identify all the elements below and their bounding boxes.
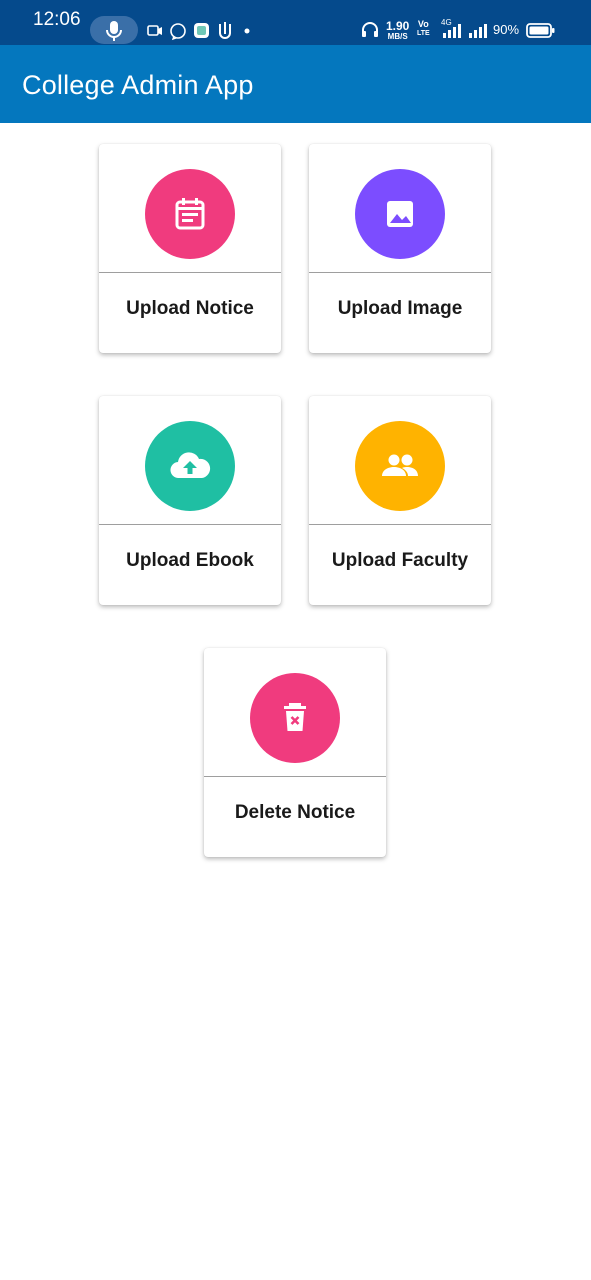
cloud-upload-icon xyxy=(170,452,211,479)
upload-faculty-label: Upload Faculty xyxy=(331,550,469,571)
card-divider xyxy=(204,776,386,777)
calendar-icon xyxy=(175,198,205,230)
card-divider xyxy=(309,524,491,525)
upload-notice-label: Upload Notice xyxy=(126,298,254,319)
card-divider xyxy=(309,272,491,273)
upload-image-icon-circle xyxy=(355,169,445,259)
card-divider xyxy=(99,524,281,525)
status-time: 12:06 xyxy=(33,9,81,30)
mic-icon xyxy=(106,21,122,41)
delete-icon xyxy=(284,703,306,731)
notification-icons xyxy=(147,22,250,41)
upload-faculty-icon-circle xyxy=(355,421,445,511)
app-title: College Admin App xyxy=(22,70,254,100)
headset-icon xyxy=(362,22,378,37)
battery-icon xyxy=(526,23,555,38)
mic-indicator xyxy=(90,16,138,44)
volte-label: Vo xyxy=(417,19,429,29)
network-speed-value: 1.90 xyxy=(386,19,410,33)
upload-image-label: Upload Image xyxy=(337,298,463,319)
delete-notice-card[interactable]: Delete Notice xyxy=(204,648,386,857)
signal-icon xyxy=(443,24,461,38)
battery-percent: 90% xyxy=(493,22,520,37)
lte-label: LTE xyxy=(417,30,430,37)
delete-notice-icon-circle xyxy=(250,673,340,763)
upload-notice-icon-circle xyxy=(145,169,235,259)
upload-ebook-card[interactable]: Upload Ebook xyxy=(99,396,281,605)
upload-ebook-icon-circle xyxy=(145,421,235,511)
volte-indicator: Vo LTE xyxy=(417,20,430,38)
card-divider xyxy=(99,272,281,273)
upload-notice-card[interactable]: Upload Notice xyxy=(99,144,281,353)
network-speed-unit: MB/S xyxy=(387,32,408,41)
app-bar: College Admin App xyxy=(0,45,591,123)
delete-notice-label: Delete Notice xyxy=(234,802,356,823)
upload-ebook-label: Upload Ebook xyxy=(126,550,254,571)
image-icon xyxy=(387,201,413,227)
network-speed: 1.90 MB/S xyxy=(386,20,409,41)
signal-icon-2 xyxy=(469,24,487,38)
upload-faculty-card[interactable]: Upload Faculty xyxy=(309,396,491,605)
upload-image-card[interactable]: Upload Image xyxy=(309,144,491,353)
status-right-area: 1.90 MB/S Vo LTE 4G 90% xyxy=(361,18,591,44)
people-icon xyxy=(382,454,418,476)
status-bar: 12:06 1.90 MB/S Vo LTE 4G 90% xyxy=(0,0,591,45)
